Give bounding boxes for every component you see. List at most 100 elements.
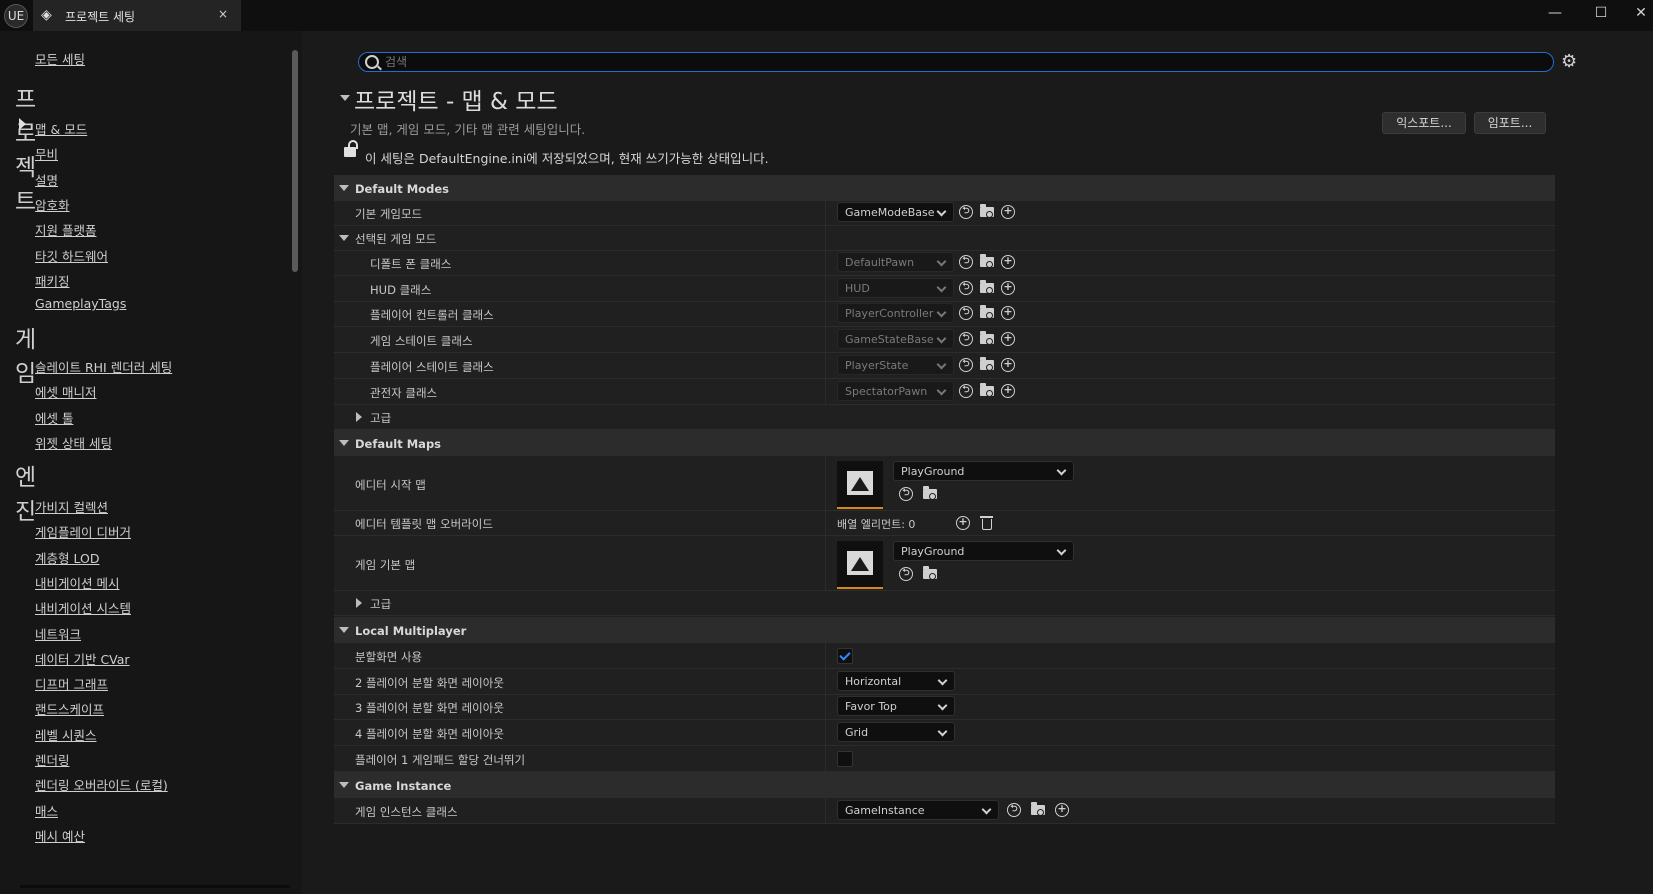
sidebar-item[interactable]: 네트워크: [35, 624, 81, 643]
browse-folder-icon[interactable]: [980, 279, 994, 294]
browse-back-icon[interactable]: ⮌: [959, 383, 973, 398]
editor-startup-map-dropdown[interactable]: PlayGround: [893, 461, 1074, 481]
property-row-advanced-maps[interactable]: 고급: [334, 590, 1555, 616]
add-icon[interactable]: +: [1001, 205, 1015, 219]
browse-folder-icon[interactable]: [980, 254, 994, 268]
sidebar-item[interactable]: 렌더링: [35, 750, 70, 769]
collapsed-arrow-icon[interactable]: [356, 598, 362, 608]
sidebar-item[interactable]: 디프머 그래프: [35, 674, 108, 693]
sidebar-item[interactable]: 매스: [35, 801, 58, 820]
gear-icon[interactable]: ⚙: [1561, 51, 1577, 72]
map-thumbnail[interactable]: [837, 541, 883, 589]
browse-folder-icon[interactable]: [980, 305, 994, 320]
collapsed-arrow-icon[interactable]: [356, 412, 362, 422]
add-element-icon[interactable]: +: [956, 516, 970, 530]
three-player-layout-dropdown[interactable]: Favor Top: [837, 696, 955, 716]
sidebar-item[interactable]: 지원 플랫폼: [35, 220, 96, 239]
browse-back-icon[interactable]: ⮌: [959, 357, 973, 372]
add-icon[interactable]: +: [1001, 383, 1015, 398]
sidebar-item[interactable]: 패키징: [35, 271, 70, 290]
expand-arrow-icon[interactable]: [339, 627, 349, 633]
class-dropdown[interactable]: GameStateBase: [837, 329, 954, 350]
collapse-arrow-icon[interactable]: [340, 95, 350, 101]
import-button[interactable]: 임포트...: [1474, 112, 1546, 134]
browse-back-icon[interactable]: ⮌: [959, 306, 973, 321]
sidebar-item[interactable]: 타깃 하드웨어: [35, 246, 108, 265]
sidebar-item[interactable]: 에셋 매니저: [35, 382, 96, 401]
sidebar-item[interactable]: 메시 예산: [35, 826, 85, 845]
add-icon[interactable]: +: [1055, 803, 1069, 817]
game-default-map-dropdown[interactable]: PlayGround: [893, 541, 1074, 561]
search-bar[interactable]: [358, 52, 1554, 72]
browse-folder-icon[interactable]: [980, 331, 994, 346]
split-screen-checkbox[interactable]: [837, 648, 853, 664]
sidebar-item[interactable]: 설명: [35, 170, 58, 189]
search-input[interactable]: [385, 53, 1535, 71]
two-player-layout-dropdown[interactable]: Horizontal: [837, 671, 955, 691]
expand-arrow-icon[interactable]: [339, 782, 349, 788]
browse-folder-icon[interactable]: [980, 382, 994, 397]
sidebar-item-all-settings[interactable]: 모든 세팅: [35, 49, 85, 68]
sidebar-item[interactable]: GameplayTags: [35, 296, 126, 311]
sidebar-item[interactable]: 게임플레이 디버거: [35, 522, 131, 541]
sidebar-scrollbar[interactable]: [292, 50, 298, 272]
category-local-multiplayer[interactable]: Local Multiplayer: [334, 617, 1555, 643]
expand-arrow-icon[interactable]: [339, 440, 349, 446]
trash-icon[interactable]: [980, 516, 993, 530]
browse-folder-icon[interactable]: [923, 566, 937, 580]
class-dropdown[interactable]: PlayerState: [837, 354, 954, 375]
sidebar-item[interactable]: 내비게이션 시스템: [35, 598, 131, 617]
sidebar-item[interactable]: 랜드스케이프: [35, 699, 104, 718]
add-icon[interactable]: +: [1001, 357, 1015, 372]
add-icon[interactable]: +: [1001, 280, 1015, 295]
four-player-layout-dropdown[interactable]: Grid: [837, 722, 955, 742]
browse-back-icon[interactable]: ⮌: [899, 487, 913, 501]
browse-folder-icon[interactable]: [1031, 802, 1045, 816]
sidebar-item[interactable]: 슬레이트 RHI 렌더러 세팅: [35, 357, 172, 376]
tab-project-settings[interactable]: ◈ 프로젝트 세팅 ×: [33, 0, 241, 31]
class-dropdown[interactable]: HUD: [837, 277, 954, 298]
sidebar-item[interactable]: 내비게이션 메시: [35, 573, 119, 592]
browse-back-icon[interactable]: ⮌: [899, 567, 913, 581]
gamemode-dropdown[interactable]: GameModeBase: [837, 202, 954, 222]
add-icon[interactable]: +: [1001, 332, 1015, 347]
sidebar-item[interactable]: 데이터 기반 CVar: [35, 649, 130, 668]
sidebar-item[interactable]: 무비: [35, 144, 58, 163]
tab-close-icon[interactable]: ×: [218, 7, 228, 21]
panel-splitter[interactable]: [302, 31, 324, 894]
sidebar-item[interactable]: 맵 & 모드: [35, 119, 87, 138]
window-close-icon[interactable]: ✕: [1626, 2, 1653, 24]
map-thumbnail[interactable]: [837, 461, 883, 509]
browse-back-icon[interactable]: ⮌: [1007, 803, 1021, 817]
browse-folder-icon[interactable]: [980, 204, 994, 218]
class-dropdown[interactable]: DefaultPawn: [837, 252, 954, 272]
sidebar-item[interactable]: 렌더링 오버라이드 (로컬): [35, 775, 168, 794]
sidebar-item[interactable]: 암호화: [35, 195, 70, 214]
category-default-maps[interactable]: Default Maps: [334, 430, 1555, 456]
sidebar-item[interactable]: 에셋 툴: [35, 408, 73, 427]
property-row-selected-gamemode[interactable]: 선택된 게임 모드: [334, 225, 1555, 251]
class-dropdown[interactable]: PlayerController: [837, 303, 954, 324]
browse-back-icon[interactable]: ⮌: [959, 280, 973, 295]
expand-arrow-icon[interactable]: [339, 235, 349, 241]
sidebar-item[interactable]: 계층형 LOD: [35, 548, 99, 567]
browse-folder-icon[interactable]: [980, 356, 994, 371]
class-dropdown[interactable]: SpectatorPawn: [837, 380, 954, 401]
expand-arrow-icon[interactable]: [339, 185, 349, 191]
minimize-icon[interactable]: —: [1540, 2, 1570, 24]
export-button[interactable]: 익스포트...: [1382, 112, 1466, 134]
category-default-modes[interactable]: Default Modes: [334, 175, 1555, 201]
add-icon[interactable]: +: [1001, 306, 1015, 321]
category-game-instance[interactable]: Game Instance: [334, 772, 1555, 798]
browse-back-icon[interactable]: ⮌: [959, 205, 973, 219]
sidebar-item[interactable]: 가비지 컬렉션: [35, 497, 108, 516]
property-row-advanced-modes[interactable]: 고급: [334, 404, 1555, 430]
skip-gamepad-checkbox[interactable]: [837, 751, 853, 767]
maximize-icon[interactable]: ☐: [1586, 2, 1616, 24]
game-instance-dropdown[interactable]: GameInstance: [837, 800, 999, 820]
sidebar-item[interactable]: 레벨 시퀀스: [35, 725, 96, 744]
browse-back-icon[interactable]: ⮌: [959, 255, 973, 269]
browse-folder-icon[interactable]: [923, 486, 937, 500]
add-icon[interactable]: +: [1001, 255, 1015, 269]
browse-back-icon[interactable]: ⮌: [959, 332, 973, 347]
